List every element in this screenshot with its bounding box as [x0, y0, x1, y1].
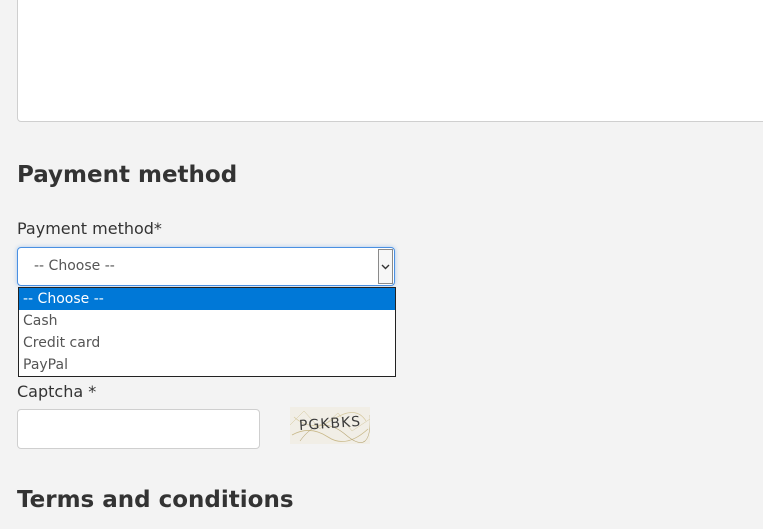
- dropdown-option-choose[interactable]: -- Choose --: [19, 288, 395, 310]
- captcha-input[interactable]: [17, 409, 260, 449]
- payment-method-select-value: -- Choose --: [34, 258, 115, 274]
- dropdown-option-paypal[interactable]: PayPal: [19, 354, 395, 376]
- payment-method-heading: Payment method: [17, 162, 238, 188]
- select-dropdown-button[interactable]: [378, 249, 393, 284]
- chevron-down-icon: [381, 264, 390, 269]
- terms-and-conditions-heading: Terms and conditions: [17, 487, 294, 513]
- captcha-label: Captcha *: [17, 382, 97, 401]
- payment-method-select[interactable]: -- Choose --: [17, 247, 395, 286]
- message-textarea[interactable]: [17, 0, 763, 122]
- payment-method-dropdown-list: -- Choose -- Cash Credit card PayPal: [18, 287, 396, 377]
- captcha-image: PGKBKS: [290, 407, 370, 444]
- payment-method-label: Payment method*: [17, 219, 162, 238]
- dropdown-option-credit-card[interactable]: Credit card: [19, 332, 395, 354]
- dropdown-option-cash[interactable]: Cash: [19, 310, 395, 332]
